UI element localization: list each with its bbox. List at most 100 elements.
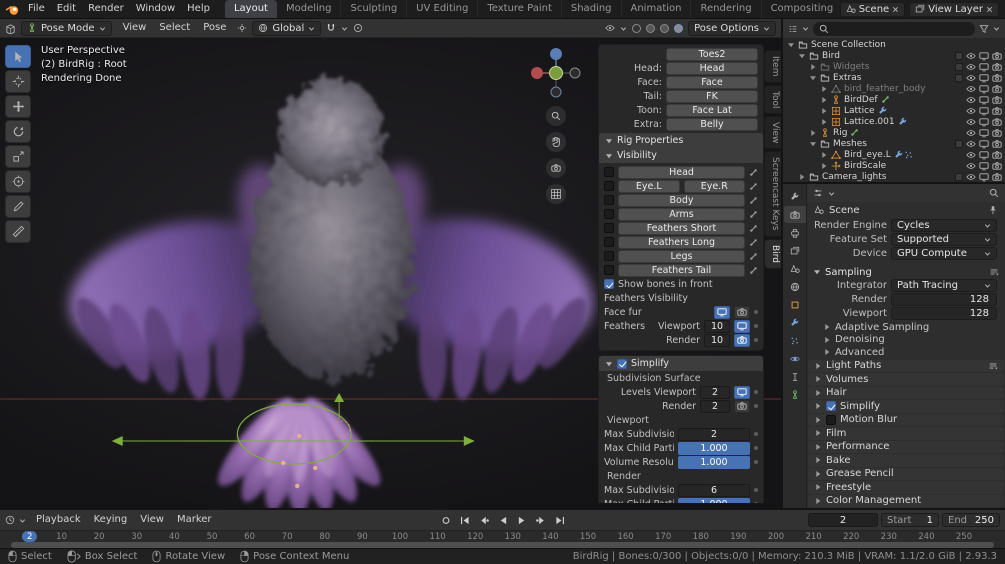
disclosure-open-icon[interactable]: [809, 140, 817, 148]
decorator-dot[interactable]: [754, 338, 758, 342]
blender-logo-icon[interactable]: [3, 2, 21, 17]
outliner-editor-icon[interactable]: [788, 24, 798, 34]
snap-magnet-icon[interactable]: [326, 23, 336, 33]
pan-hand-icon[interactable]: [546, 132, 566, 152]
visibility-button-eye-l[interactable]: Eye.L: [618, 179, 680, 193]
visibility-header[interactable]: Visibility: [599, 148, 763, 163]
eye-toggle-icon[interactable]: [966, 84, 976, 94]
shading-material-icon[interactable]: [660, 23, 670, 33]
simplify-checkbox[interactable]: [617, 358, 627, 369]
value-slider[interactable]: 1.000: [678, 455, 750, 469]
workspace-tab-modeling[interactable]: Modeling: [277, 0, 342, 18]
camera-toggle-icon[interactable]: [992, 139, 1002, 149]
decorator-dot[interactable]: [754, 404, 758, 408]
levels-viewport-toggle[interactable]: [734, 385, 750, 399]
disclosure-open-icon[interactable]: [787, 41, 795, 49]
unlink-view-layer-icon[interactable]: [986, 6, 993, 13]
outliner-row-lattice-001[interactable]: Lattice.001: [783, 116, 1005, 127]
monitor-toggle-icon[interactable]: [979, 117, 989, 127]
monitor-toggle-icon[interactable]: [979, 161, 989, 171]
dropdown-integrator[interactable]: Path Tracing: [891, 279, 997, 292]
properties-tab-modifiers[interactable]: [784, 314, 806, 331]
decorator-dot[interactable]: [754, 432, 758, 436]
workspace-tab-layout[interactable]: Layout: [224, 0, 277, 18]
subsection-adaptive-sampling[interactable]: Adaptive Sampling: [807, 321, 1005, 334]
chevron-down-icon[interactable]: [802, 25, 809, 32]
properties-tab-world[interactable]: [784, 278, 806, 295]
eye-toggle-icon[interactable]: [966, 95, 976, 105]
disclosure-closed-icon[interactable]: [809, 129, 817, 137]
decorator-dot[interactable]: [754, 310, 758, 314]
dropdown-feature-set[interactable]: Supported: [891, 233, 997, 246]
visibility-button-feathers-short[interactable]: Feathers Short: [618, 221, 745, 235]
editor-type-icon[interactable]: [5, 23, 16, 34]
disclosure-closed-icon[interactable]: [820, 151, 828, 159]
outliner-row-widgets[interactable]: Widgets: [783, 61, 1005, 72]
collection-checkbox[interactable]: [955, 172, 963, 181]
tool-transform[interactable]: [5, 170, 31, 193]
sidebar-tab-item[interactable]: Item: [764, 50, 781, 83]
monitor-toggle-icon[interactable]: [979, 106, 989, 116]
dropdown-device[interactable]: GPU Compute: [891, 247, 997, 260]
visibility-checkbox[interactable]: [604, 237, 614, 247]
workspace-tab-rendering[interactable]: Rendering: [691, 0, 762, 18]
end-frame-field[interactable]: End 250: [942, 513, 1000, 527]
eye-toggle-icon[interactable]: [966, 73, 976, 83]
section-motion-blur[interactable]: Motion Blur: [808, 413, 1004, 426]
show-bones-checkbox[interactable]: [604, 279, 614, 289]
section-film[interactable]: Film: [808, 427, 1004, 440]
timeline-menu-view[interactable]: View: [134, 511, 170, 529]
properties-tab-object[interactable]: [784, 296, 806, 313]
camera-toggle-icon[interactable]: [992, 62, 1002, 72]
rig-button-fk[interactable]: FK: [666, 89, 758, 103]
decorator-dot[interactable]: [754, 460, 758, 464]
disclosure-closed-icon[interactable]: [809, 63, 817, 71]
sidebar-tab-tool[interactable]: Tool: [764, 84, 781, 114]
rig-button-belly[interactable]: Belly: [666, 117, 758, 131]
monitor-toggle-icon[interactable]: [979, 139, 989, 149]
number-field-render[interactable]: 128: [891, 293, 997, 306]
timeline-menu-keying[interactable]: Keying: [88, 511, 134, 529]
tool-cursor-3d[interactable]: [5, 70, 31, 93]
chevron-down-icon[interactable]: [828, 190, 835, 197]
camera-toggle-icon[interactable]: [992, 95, 1002, 105]
visibility-button-arms[interactable]: Arms: [618, 207, 745, 221]
camera-toggle-icon[interactable]: [992, 51, 1002, 61]
levels-render-toggle[interactable]: [734, 399, 750, 413]
camera-toggle-icon[interactable]: [992, 84, 1002, 94]
jump-to-end-button[interactable]: [551, 513, 568, 527]
tool-scale[interactable]: [5, 145, 31, 168]
zoom-icon[interactable]: [546, 106, 566, 126]
monitor-toggle-icon[interactable]: [979, 150, 989, 160]
viewport-menu-view[interactable]: View: [117, 19, 153, 37]
jump-to-start-button[interactable]: [456, 513, 473, 527]
section-freestyle[interactable]: Freestyle: [808, 481, 1004, 494]
outliner-row-birddef[interactable]: BirdDef: [783, 94, 1005, 105]
visibility-checkbox[interactable]: [604, 167, 614, 177]
disclosure-open-icon[interactable]: [798, 52, 806, 60]
decorator-dot[interactable]: [754, 390, 758, 394]
eye-toggle-icon[interactable]: [966, 161, 976, 171]
collection-checkbox[interactable]: [955, 62, 963, 71]
monitor-toggle-icon[interactable]: [979, 51, 989, 61]
visibility-button-feathers-long[interactable]: Feathers Long: [618, 235, 745, 249]
disclosure-closed-icon[interactable]: [820, 96, 828, 104]
value-slider[interactable]: 1.000: [678, 441, 750, 455]
decorator-dot[interactable]: [754, 446, 758, 450]
number-field-viewport[interactable]: 128: [891, 307, 997, 320]
search-icon[interactable]: [989, 188, 999, 198]
camera-toggle-icon[interactable]: [992, 73, 1002, 83]
shading-wireframe-icon[interactable]: [632, 23, 642, 33]
visibility-checkbox[interactable]: [604, 195, 614, 205]
disclosure-closed-icon[interactable]: [798, 173, 806, 181]
perspective-toggle-icon[interactable]: [546, 184, 566, 204]
menu-render[interactable]: Render: [82, 0, 130, 18]
visibility-checkbox[interactable]: [604, 251, 614, 261]
subsection-advanced[interactable]: Advanced: [807, 346, 1005, 359]
outliner-row-camera-lights[interactable]: Camera_lights: [783, 171, 1005, 182]
properties-tab-tool[interactable]: [784, 188, 806, 205]
outliner-row-extras[interactable]: Extras: [783, 72, 1005, 83]
outliner-row-bird[interactable]: Bird: [783, 50, 1005, 61]
properties-tab-physics[interactable]: [784, 350, 806, 367]
outliner-search-input[interactable]: [813, 21, 975, 36]
